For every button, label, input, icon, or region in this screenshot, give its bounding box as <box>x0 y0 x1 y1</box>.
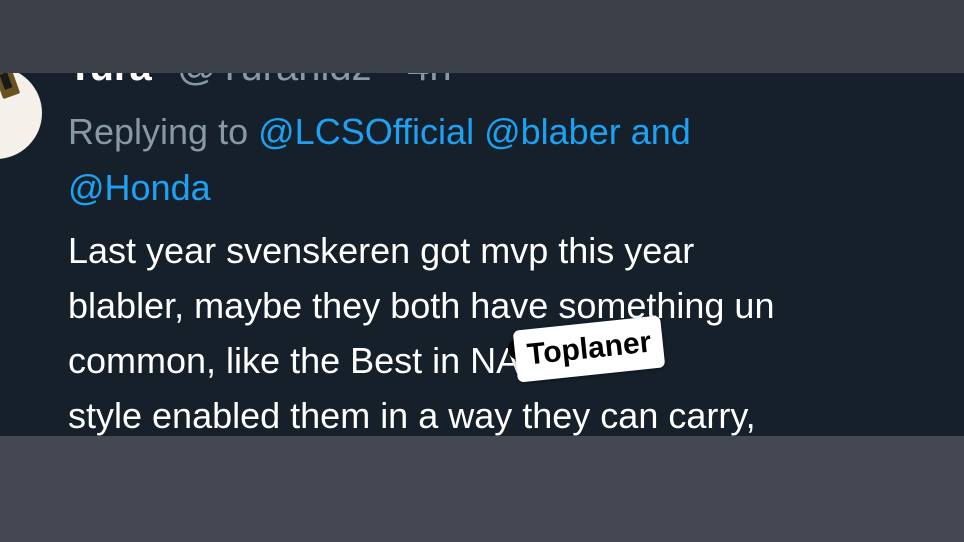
bottom-letterbox-bar <box>0 436 964 542</box>
author-handle: @Turanidz · 4h <box>177 73 452 89</box>
mention-connector: and <box>630 111 691 152</box>
tweet-body-line: blabler, maybe they both have something … <box>68 285 775 326</box>
mention-link-blaber[interactable]: @blaber <box>484 111 621 152</box>
tweet-header: Tura @Turanidz · 4h <box>68 73 452 91</box>
mention-link-lcsofficial[interactable]: @LCSOfficial <box>258 111 474 152</box>
user-avatar[interactable] <box>0 73 42 159</box>
replying-to-line: Replying to @LCSOfficial @blaber and @Ho… <box>68 104 948 216</box>
reply-prefix: Replying to <box>68 111 249 152</box>
mention-link-honda[interactable]: @Honda <box>68 167 211 208</box>
tweet-body-line: Last year svenskeren got mvp this year <box>68 230 695 271</box>
tweet-body: Last year svenskeren got mvp this year b… <box>68 223 964 436</box>
tweet-card[interactable]: Tura @Turanidz · 4h Replying to @LCSOffi… <box>0 73 964 436</box>
tweet-body-line: style enabled them in a way they can car… <box>68 395 756 436</box>
author-name[interactable]: Tura <box>68 73 152 89</box>
top-letterbox-bar <box>0 0 964 73</box>
